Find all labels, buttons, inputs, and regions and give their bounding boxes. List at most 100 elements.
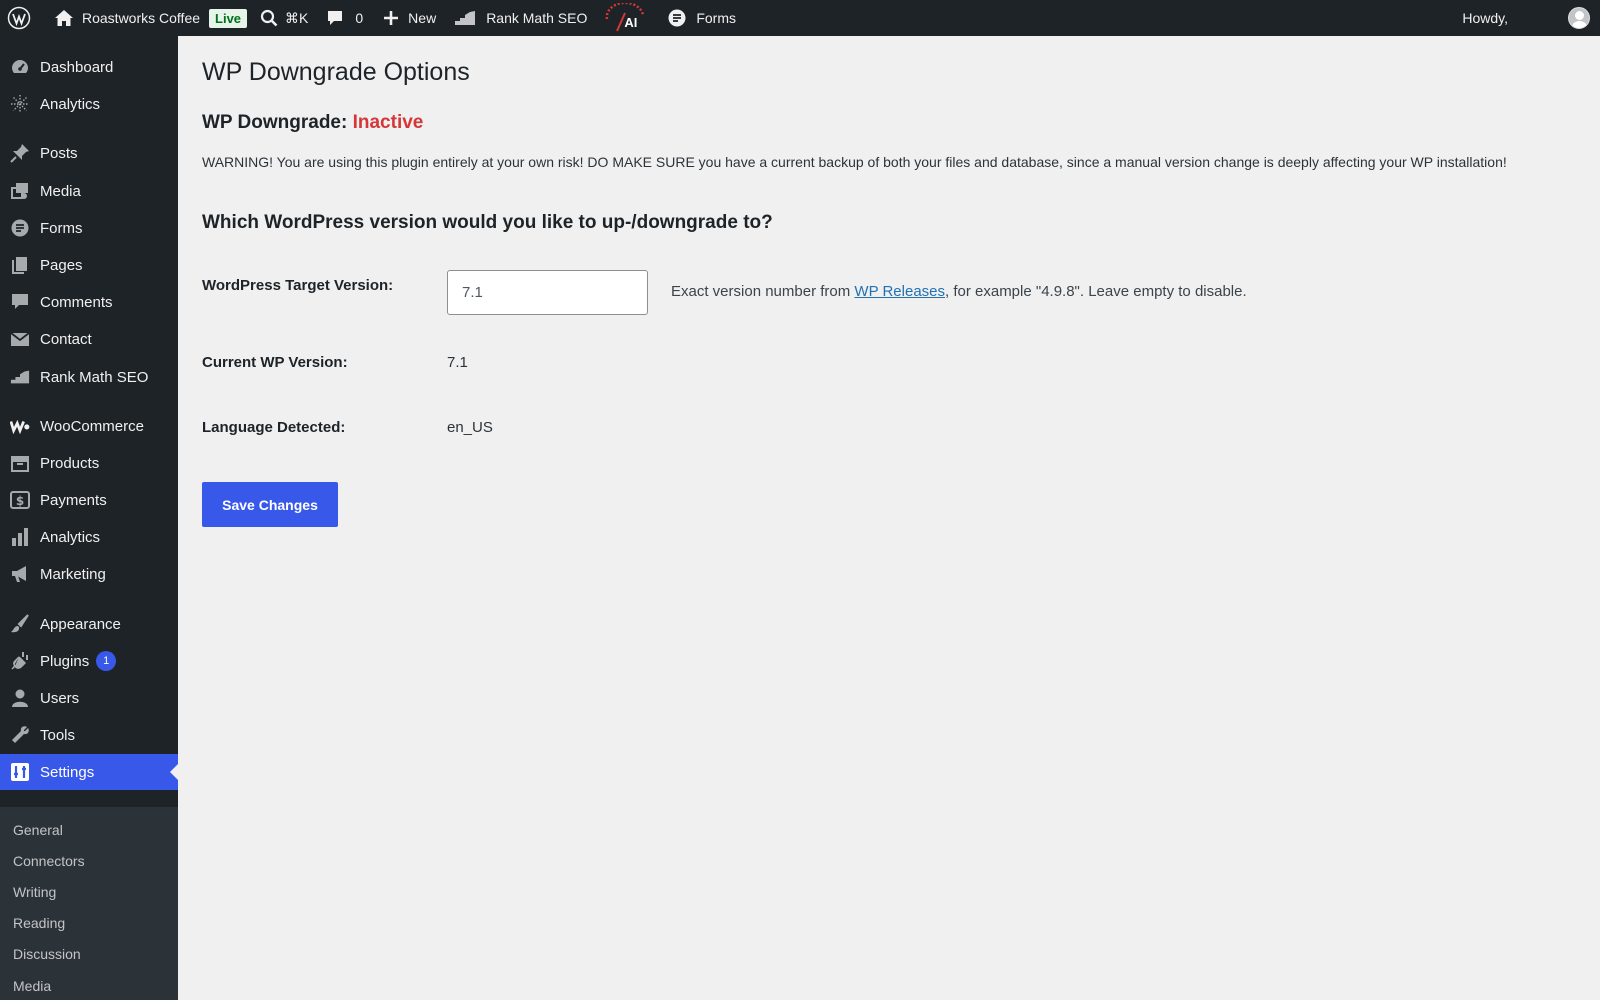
envelope-icon [10,329,30,349]
language-value: en_US [447,419,493,436]
sidebar-item-users[interactable]: Users [0,680,178,716]
sidebar-item-label: WooCommerce [40,417,144,435]
new-content-link[interactable]: New [383,0,436,36]
sidebar-item-media[interactable]: Media [0,173,178,209]
sidebar-item-contact[interactable]: Contact [0,321,178,357]
sidebar-item-dashboard[interactable]: Dashboard [0,49,178,85]
sidebar-item-label: Analytics [40,95,101,113]
plugins-update-badge: 1 [96,651,117,671]
help-prefix: Exact version number from [671,283,855,300]
admin-bar: Roastworks Coffee Live ⌘K 0 New Rank Mat… [0,0,1600,36]
submenu-item-reading[interactable]: Reading [13,915,65,931]
sidebar-item-label: Comments [40,293,113,311]
comment-icon [326,9,344,27]
language-label: Language Detected: [202,419,346,436]
plus-icon [383,10,399,26]
howdy-text: Howdy, [1462,10,1508,26]
media-icon [10,181,30,201]
rankmath-icon [10,367,30,387]
new-label: New [408,10,437,26]
dashboard-icon [10,57,30,77]
woocommerce-icon [10,416,30,436]
live-badge: Live [209,8,248,28]
comments-link[interactable]: 0 [326,0,363,36]
bar-chart-icon [10,527,30,547]
sidebar-item-label: Forms [40,219,83,237]
search-icon [260,9,278,27]
page-title: WP Downgrade Options [202,58,470,86]
status-prefix: WP Downgrade: [202,112,348,133]
forms-label: Forms [696,10,737,26]
sidebar-item-analytics-woo[interactable]: Analytics [0,519,178,555]
sidebar-item-products[interactable]: Products [0,445,178,481]
forms-icon [10,218,30,238]
submenu-item-connectors[interactable]: Connectors [13,853,85,869]
admin-sidebar: Dashboard Analytics Posts Media Forms Pa… [0,36,178,1000]
home-icon [54,9,74,27]
analytics-sparkle-icon [10,94,30,114]
submenu-item-writing[interactable]: Writing [13,884,56,900]
settings-icon [10,762,30,782]
rankmath-label: Rank Math SEO [486,10,588,26]
dollar-icon: $ [10,490,30,510]
brush-icon [10,614,30,634]
site-name: Roastworks Coffee [82,10,201,26]
sidebar-item-analytics[interactable]: Analytics [0,86,178,122]
rankmath-link[interactable]: Rank Math SEO [454,0,587,36]
megaphone-icon [10,564,30,584]
target-version-label: WordPress Target Version: [202,277,394,294]
sidebar-item-label: Rank Math SEO [40,368,149,386]
warning-text: WARNING! You are using this plugin entir… [202,154,1507,170]
sidebar-item-tools[interactable]: Tools [0,717,178,753]
avatar[interactable] [1568,7,1590,29]
save-changes-button[interactable]: Save Changes [202,482,338,527]
sidebar-item-posts[interactable]: Posts [0,135,178,171]
command-search[interactable]: ⌘K [260,0,308,36]
submenu-item-discussion[interactable]: Discussion [13,946,81,962]
sidebar-item-label: Products [40,454,100,472]
target-version-input[interactable] [447,270,648,315]
sidebar-item-comments[interactable]: Comments [0,284,178,320]
sidebar-item-label: Pages [40,256,83,274]
search-shortcut: ⌘K [285,9,309,26]
ai-gauge-icon: AI [603,3,647,33]
sidebar-item-plugins[interactable]: Plugins 1 [0,643,178,679]
current-version-value: 7.1 [447,354,468,371]
sidebar-item-payments[interactable]: $ Payments [0,482,178,518]
submenu-item-general[interactable]: General [13,822,63,838]
sidebar-item-settings[interactable]: Settings [0,754,178,790]
forms-link[interactable]: Forms [667,0,736,36]
sidebar-item-marketing[interactable]: Marketing [0,556,178,592]
comment-icon [10,292,30,312]
wordpress-logo-icon[interactable] [7,0,31,36]
submenu-item-media[interactable]: Media [13,978,51,994]
svg-text:$: $ [16,494,24,508]
products-icon [10,453,30,473]
my-account[interactable]: Howdy, [1462,0,1600,36]
sidebar-item-label: Analytics [40,528,101,546]
sidebar-item-pages[interactable]: Pages [0,247,178,283]
sidebar-item-forms[interactable]: Forms [0,210,178,246]
sidebar-item-woocommerce[interactable]: WooCommerce [0,408,178,444]
status-badge: Inactive [352,112,424,133]
plug-icon [10,651,30,671]
pin-icon [10,143,30,163]
sidebar-item-label: Payments [40,491,107,509]
wp-releases-link[interactable]: WP Releases [854,283,945,300]
version-question: Which WordPress version would you like t… [202,212,773,233]
site-name-link[interactable]: Roastworks Coffee Live [54,0,248,36]
sidebar-item-label: Settings [40,763,95,781]
sidebar-item-label: Tools [40,726,76,744]
sidebar-item-rankmath[interactable]: Rank Math SEO [0,359,178,395]
sidebar-item-label: Posts [40,144,78,162]
sidebar-item-label: Users [40,689,80,707]
current-version-label: Current WP Version: [202,354,348,371]
ai-link[interactable]: AI [603,0,647,36]
forms-icon [667,8,687,28]
sidebar-item-appearance[interactable]: Appearance [0,606,178,642]
ai-label: AI [624,15,638,30]
target-version-help: Exact version number from WP Releases, f… [671,283,1247,300]
sidebar-item-label: Media [40,182,81,200]
sidebar-item-label: Plugins [40,652,90,670]
rankmath-icon [454,10,476,26]
